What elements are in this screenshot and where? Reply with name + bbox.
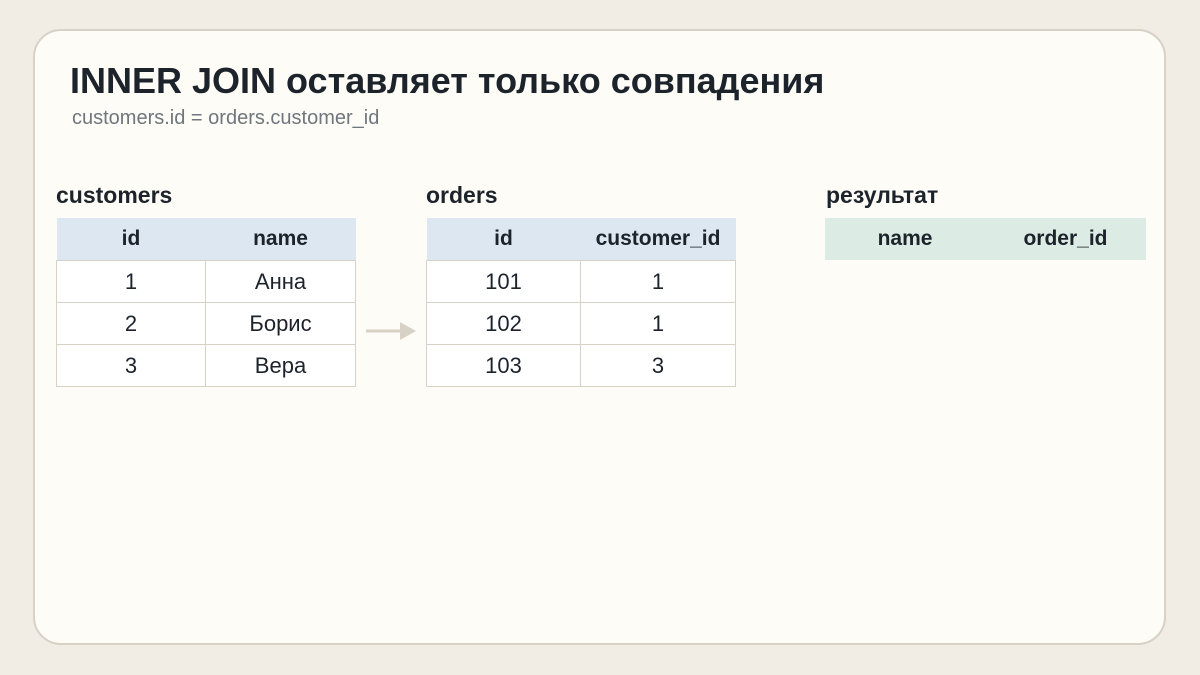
column-header: order_id xyxy=(985,218,1146,260)
table-cell: Борис xyxy=(205,302,356,345)
table-cell: 1 xyxy=(580,302,736,345)
orders-table-label: orders xyxy=(426,182,498,208)
column-header: name xyxy=(825,218,985,260)
table-header-row: id name xyxy=(56,218,356,261)
column-header: id xyxy=(56,218,206,261)
table-cell: 1 xyxy=(56,260,206,303)
customers-table: id name 1 Анна 2 Борис 3 Вера xyxy=(56,218,356,387)
table-row: 102 1 xyxy=(426,302,736,345)
table-row: 3 Вера xyxy=(56,344,356,387)
table-cell: Вера xyxy=(205,344,356,387)
table-cell: Анна xyxy=(205,260,356,303)
result-table-label: результат xyxy=(826,182,939,208)
column-header: id xyxy=(426,218,581,261)
customers-table-label: customers xyxy=(56,182,173,208)
table-row: 101 1 xyxy=(426,260,736,303)
result-table: name order_id xyxy=(825,218,1146,260)
column-header: customer_id xyxy=(580,218,736,261)
table-header-row: id customer_id xyxy=(426,218,736,261)
column-header: name xyxy=(205,218,356,261)
table-cell: 2 xyxy=(56,302,206,345)
table-cell: 102 xyxy=(426,302,581,345)
table-cell: 1 xyxy=(580,260,736,303)
join-arrow-icon xyxy=(366,322,416,340)
table-cell: 101 xyxy=(426,260,581,303)
table-header-row: name order_id xyxy=(825,218,1146,260)
orders-table: id customer_id 101 1 102 1 103 3 xyxy=(426,218,736,387)
table-row: 2 Борис xyxy=(56,302,356,345)
table-row: 103 3 xyxy=(426,344,736,387)
table-cell: 3 xyxy=(56,344,206,387)
table-cell: 3 xyxy=(580,344,736,387)
slide-title: INNER JOIN оставляет только совпадения xyxy=(70,60,825,101)
table-row: 1 Анна xyxy=(56,260,356,303)
join-condition: customers.id = orders.customer_id xyxy=(72,107,380,129)
table-cell: 103 xyxy=(426,344,581,387)
